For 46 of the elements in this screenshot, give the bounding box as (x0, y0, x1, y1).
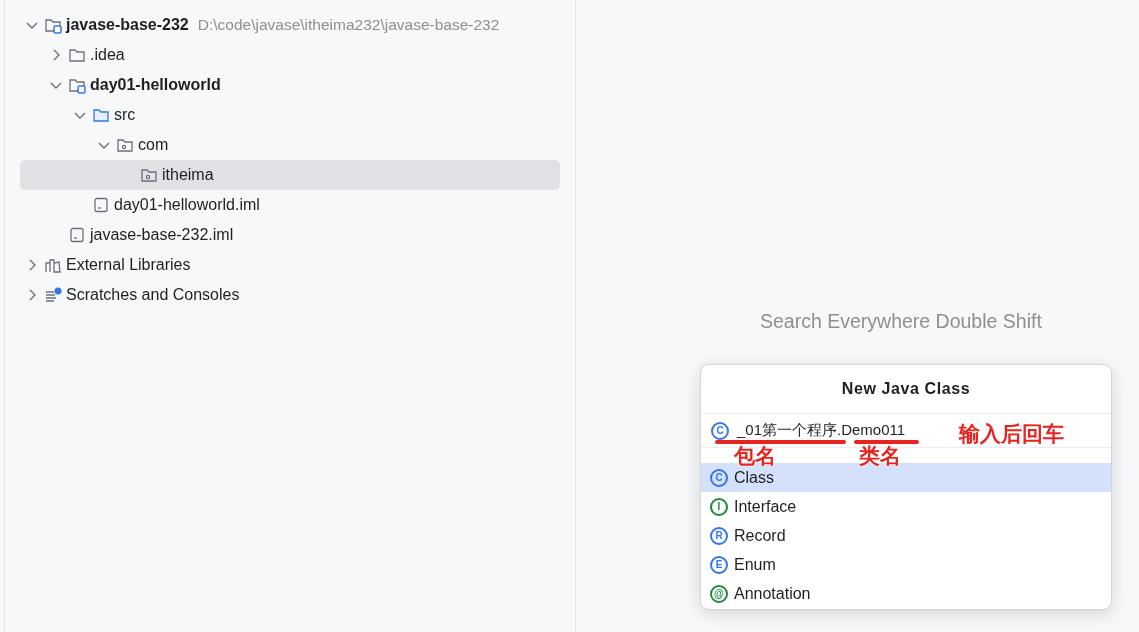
tree-item[interactable]: Scratches and Consoles (20, 280, 560, 310)
tree-item[interactable]: day01-helloworld (20, 70, 560, 100)
kind-icon: @ (710, 584, 728, 603)
kind-icon: I (710, 497, 728, 516)
tree-item[interactable]: src (20, 100, 560, 130)
kind-option[interactable]: E Enum (701, 550, 1111, 579)
tree-item[interactable]: day01-helloworld.iml (20, 190, 560, 220)
annotation-label: 输入后回车 (959, 423, 1064, 444)
source-folder-icon (92, 106, 110, 124)
kind-icon: C (710, 468, 728, 487)
tree-item[interactable]: External Libraries (20, 250, 560, 280)
tree-item-label: day01-helloworld (90, 76, 221, 94)
folder-icon (68, 46, 86, 64)
tree-item[interactable]: itheima (20, 160, 560, 190)
tree-item-label: External Libraries (66, 256, 191, 274)
dialog-title: New Java Class (701, 365, 1111, 414)
tree-item-label: itheima (162, 166, 214, 184)
tree-item-label: com (138, 136, 169, 154)
scratches-icon (44, 286, 62, 304)
file-icon (92, 196, 110, 214)
package-folder-icon (140, 166, 158, 184)
tree-item[interactable]: .idea (20, 40, 560, 70)
tree-item-label: .idea (90, 46, 125, 64)
annotation-label: 包名 (734, 445, 776, 466)
annotation-label: 类名 (859, 445, 901, 466)
kind-option[interactable]: I Interface (701, 492, 1111, 521)
underline-mark (854, 440, 919, 444)
tree-item[interactable]: javase-base-232 D:\code\javase\itheima232\javase-base-232 (20, 10, 560, 40)
path-hint: D:\code\javase\itheima232\javase-base-232 (197, 16, 500, 34)
kind-option[interactable]: @ Annotation (701, 579, 1111, 608)
libraries-icon (44, 256, 62, 274)
file-icon (68, 226, 86, 244)
tree-item[interactable]: javase-base-232.iml (20, 220, 560, 250)
kind-option[interactable]: R Record (701, 521, 1111, 550)
editor-hint: Search Everywhere Double Shift (760, 310, 1042, 333)
tree-item-label: javase-base-232 (66, 16, 189, 34)
module-folder-icon (44, 16, 62, 34)
kind-icon: R (710, 526, 728, 545)
tree-item-label: Scratches and Consoles (66, 286, 240, 304)
tree-item-label: src (114, 106, 136, 124)
tree-item-label: javase-base-232.iml (90, 226, 234, 244)
tree-item-label: day01-helloworld.iml (114, 196, 260, 214)
tree-item[interactable]: com (20, 130, 560, 160)
kind-icon: E (710, 555, 728, 574)
package-folder-icon (116, 136, 134, 154)
module-folder-icon (68, 76, 86, 94)
